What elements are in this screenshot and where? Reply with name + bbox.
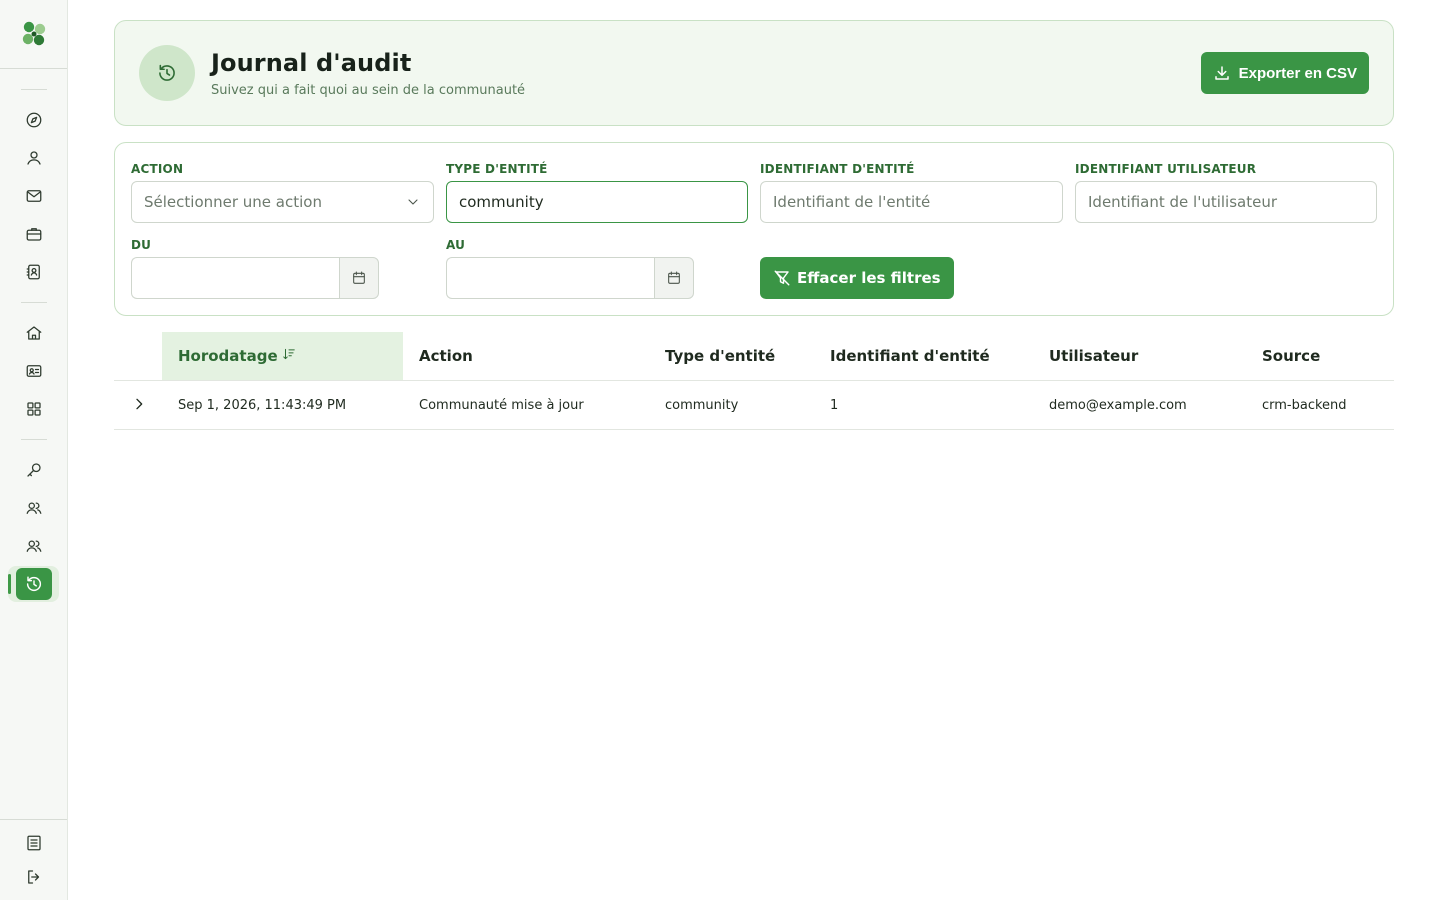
column-header-label: Horodatage (178, 347, 278, 365)
filter-off-icon (774, 270, 790, 286)
history-icon (139, 45, 195, 101)
history-icon[interactable] (16, 568, 52, 600)
chevron-down-icon (405, 194, 421, 210)
user-id-placeholder: Identifiant de l'utilisateur (1088, 193, 1278, 211)
sidebar (0, 0, 68, 900)
key-icon[interactable] (23, 459, 45, 481)
entity-id-input[interactable]: Identifiant de l'entité (760, 181, 1063, 223)
contact-book-icon[interactable] (23, 261, 45, 283)
user-id-filter-label: IDENTIFIANT UTILISATEUR (1075, 162, 1257, 176)
briefcase-icon[interactable] (23, 223, 45, 245)
clear-filters-button[interactable]: Effacer les filtres (760, 257, 954, 299)
divider (21, 89, 47, 90)
page-title: Journal d'audit (211, 49, 412, 77)
page-header: Journal d'audit Suivez qui a fait quoi a… (114, 20, 1394, 126)
divider (21, 439, 47, 440)
entity-id-filter-label: IDENTIFIANT D'ENTITÉ (760, 162, 915, 176)
action-filter-label: ACTION (131, 162, 184, 176)
divider (0, 819, 67, 820)
home-icon[interactable] (23, 322, 45, 344)
table-header: Horodatage Action Type d'entité Identifi… (114, 332, 1394, 381)
action-select[interactable]: Sélectionner une action (131, 181, 434, 223)
cell-entity-type: community (665, 397, 739, 413)
cell-entity-id: 1 (830, 397, 839, 413)
cell-action: Communauté mise à jour (419, 397, 584, 413)
id-card-icon[interactable] (23, 360, 45, 382)
column-header-source[interactable]: Source (1262, 332, 1320, 380)
column-header-action[interactable]: Action (419, 332, 473, 380)
to-date-field (446, 257, 694, 299)
audit-table: Horodatage Action Type d'entité Identifi… (114, 332, 1394, 430)
column-header-entity-id[interactable]: Identifiant d'entité (830, 332, 990, 380)
entity-type-value: community (459, 193, 544, 211)
entity-type-input[interactable]: community (446, 181, 748, 223)
mail-icon[interactable] (23, 185, 45, 207)
column-header-user[interactable]: Utilisateur (1049, 332, 1138, 380)
divider (21, 302, 47, 303)
cell-user: demo@example.com (1049, 397, 1187, 413)
entity-type-filter-label: TYPE D'ENTITÉ (446, 162, 548, 176)
export-csv-button[interactable]: Exporter en CSV (1200, 52, 1369, 94)
action-select-placeholder: Sélectionner une action (144, 193, 322, 211)
grid-icon[interactable] (23, 398, 45, 420)
page-subtitle: Suivez qui a fait quoi au sein de la com… (211, 83, 526, 98)
compass-icon[interactable] (23, 109, 45, 131)
users-icon[interactable] (23, 535, 45, 557)
entity-id-placeholder: Identifiant de l'entité (773, 193, 931, 211)
logout-icon[interactable] (23, 866, 45, 888)
filters-panel: ACTION Sélectionner une action TYPE D'EN… (114, 142, 1394, 316)
divider (0, 68, 67, 69)
chevron-right-icon[interactable] (128, 393, 150, 415)
column-header-timestamp[interactable]: Horodatage (162, 332, 403, 380)
export-csv-label: Exporter en CSV (1238, 64, 1357, 82)
table-row[interactable]: Sep 1, 2026, 11:43:49 PM Communauté mise… (114, 381, 1394, 430)
document-icon[interactable] (23, 832, 45, 854)
users-icon[interactable] (23, 497, 45, 519)
calendar-icon[interactable] (339, 257, 379, 299)
sort-desc-icon (282, 348, 295, 360)
nav-active-indicator (8, 574, 11, 594)
user-icon[interactable] (23, 147, 45, 169)
from-date-label: DU (131, 238, 152, 252)
column-header-entity-type[interactable]: Type d'entité (665, 332, 775, 380)
to-date-input[interactable] (446, 257, 654, 299)
clear-filters-label: Effacer les filtres (797, 269, 941, 287)
from-date-field (131, 257, 379, 299)
cell-source: crm-backend (1262, 397, 1347, 413)
clover-logo[interactable] (19, 19, 49, 49)
to-date-label: AU (446, 238, 466, 252)
calendar-icon[interactable] (654, 257, 694, 299)
from-date-input[interactable] (131, 257, 339, 299)
download-icon (1214, 66, 1229, 80)
cell-timestamp: Sep 1, 2026, 11:43:49 PM (178, 397, 347, 413)
user-id-input[interactable]: Identifiant de l'utilisateur (1075, 181, 1377, 223)
